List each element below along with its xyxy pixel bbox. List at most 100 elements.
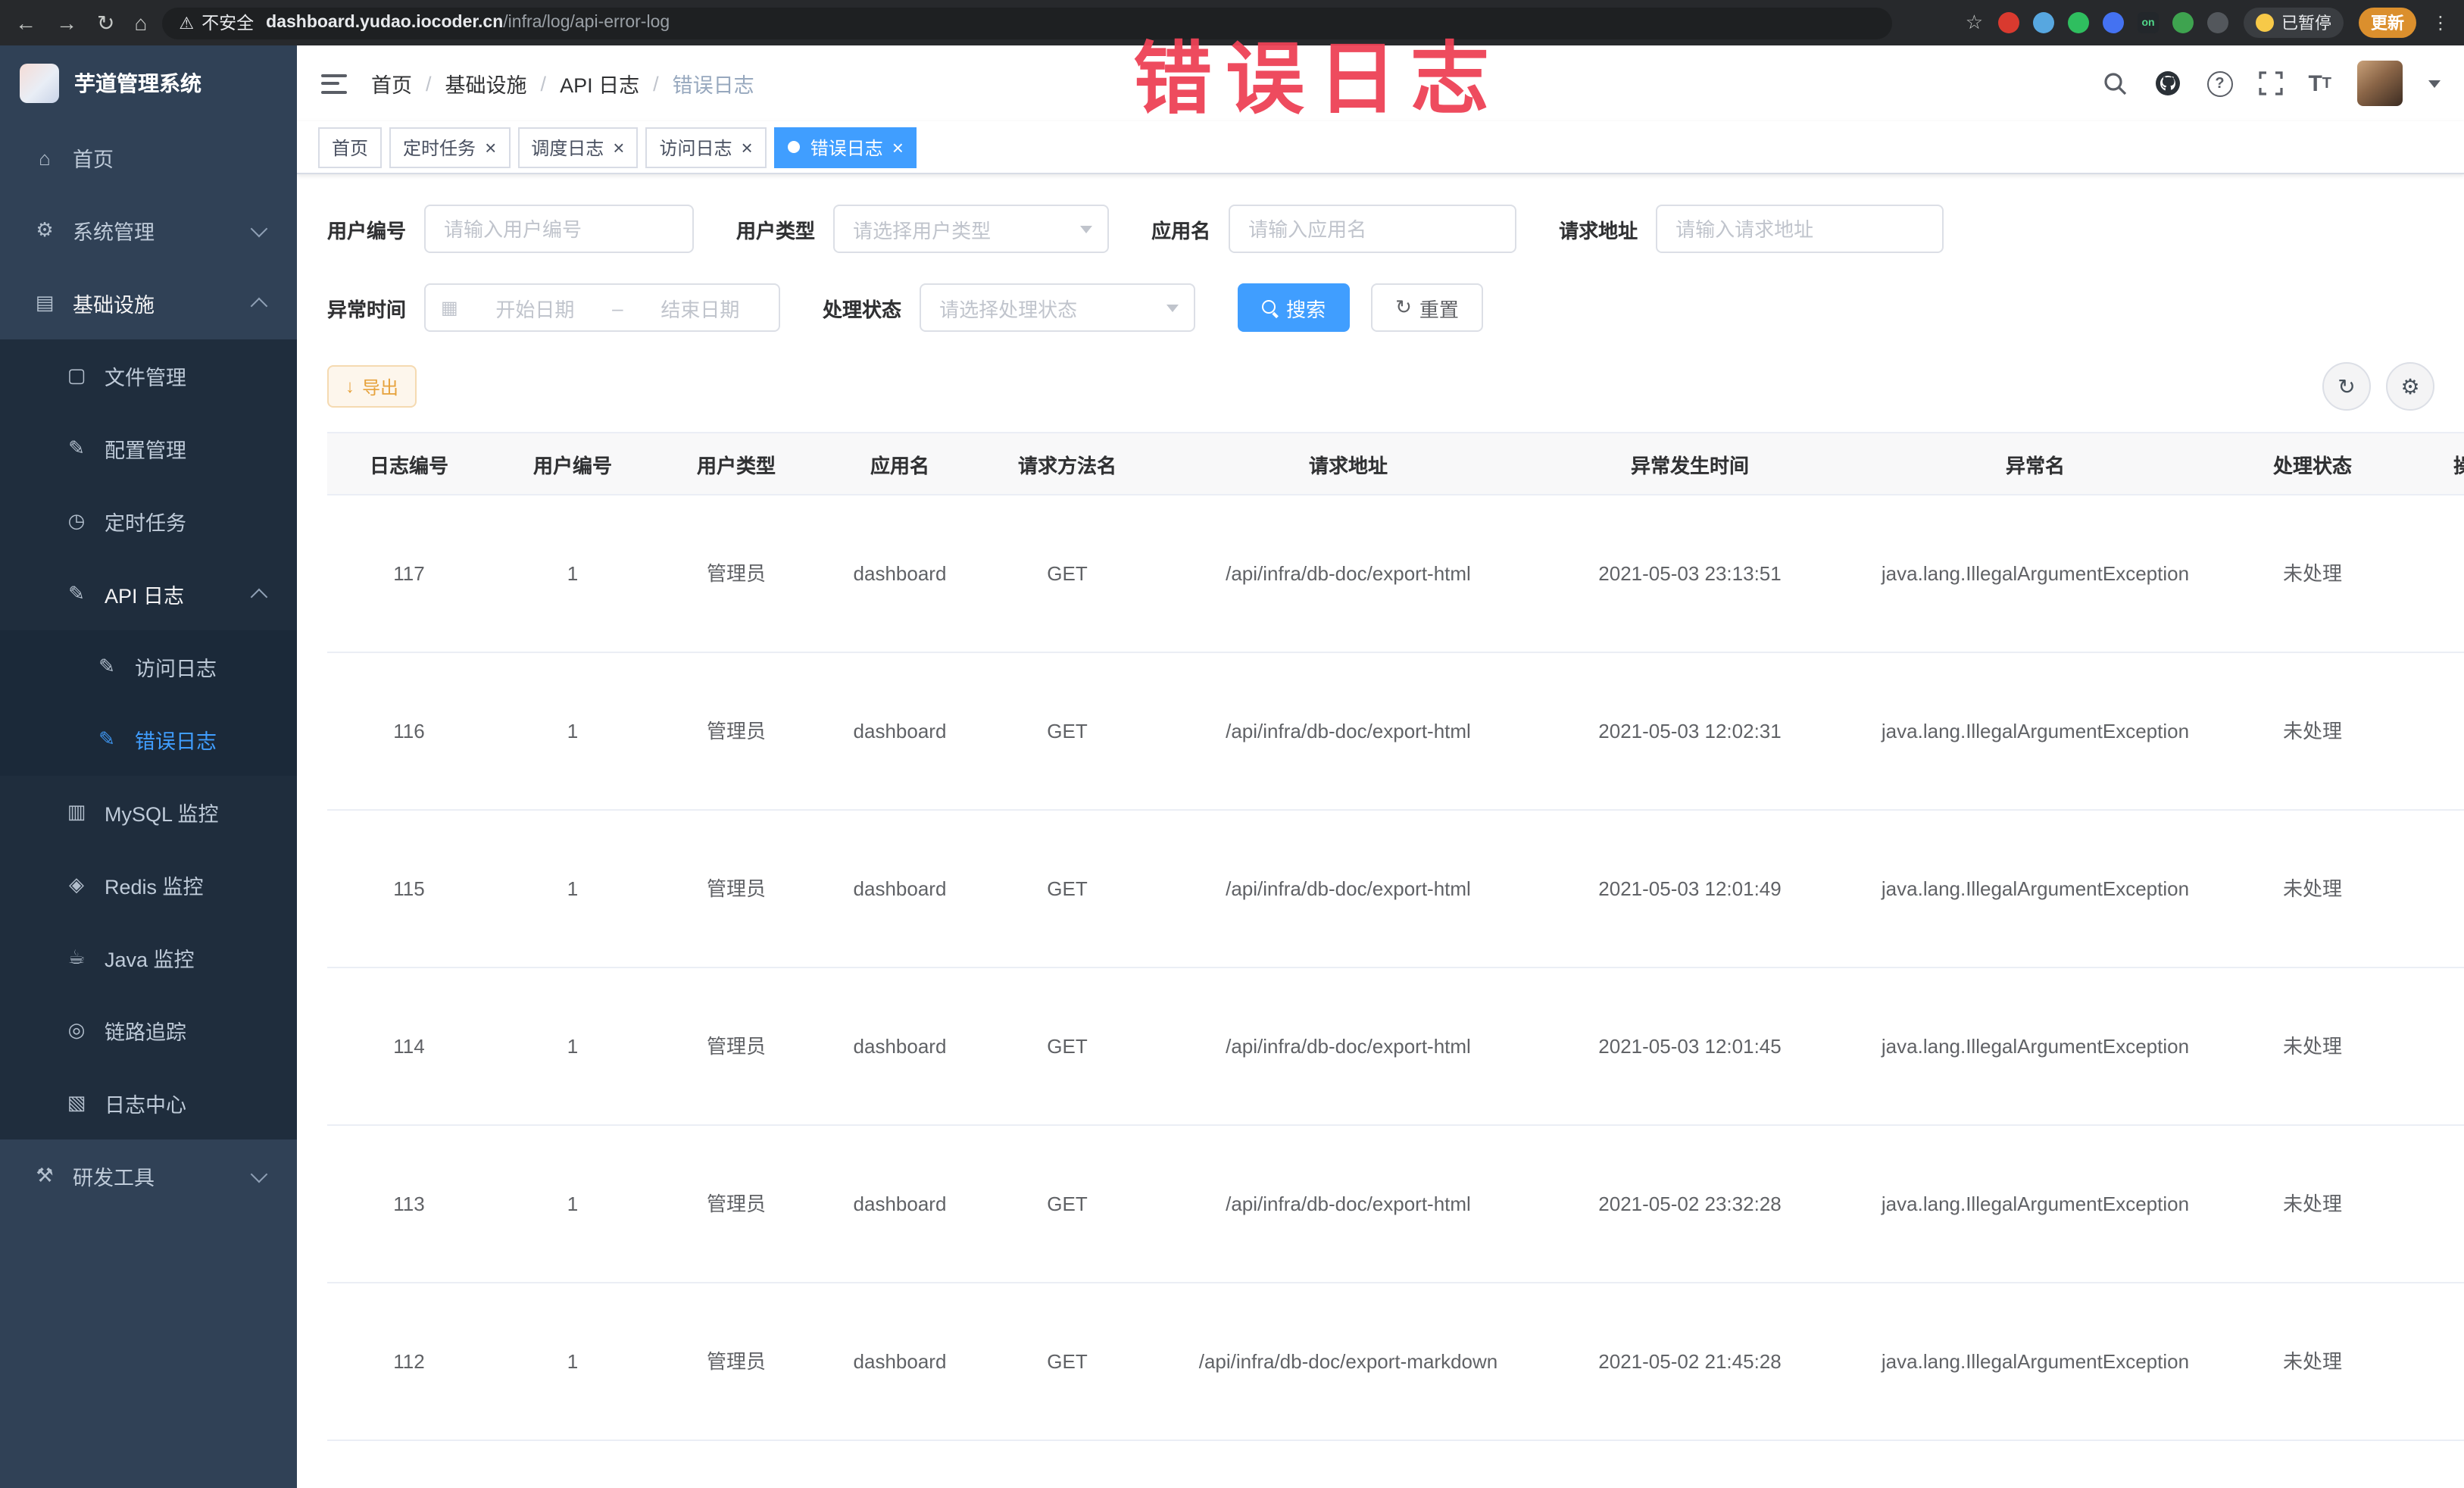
bookmark-star-icon[interactable]: ☆ <box>1966 11 1983 35</box>
extension-red[interactable] <box>1998 12 2019 33</box>
update-button[interactable]: 更新 <box>2359 8 2416 38</box>
search-icon[interactable] <box>2102 70 2128 96</box>
cell-time: 2021-05-02 21:45:28 <box>1544 1283 1836 1441</box>
java-monitor-icon: ☕ <box>67 946 86 968</box>
sidebar-item-redis-monitor[interactable]: ◈ Redis 监控 <box>0 849 297 921</box>
sidebar-item-config-management[interactable]: ✎ 配置管理 <box>0 412 297 485</box>
close-icon[interactable]: × <box>892 137 904 157</box>
breadcrumb-item[interactable]: 基础设施 <box>445 68 527 98</box>
date-range-picker[interactable]: ▦ 开始日期 – 结束日期 <box>424 283 781 332</box>
filter-process-status: 处理状态 请选择处理状态 <box>823 283 1196 332</box>
cell-status: 未处理 <box>2234 495 2391 653</box>
refresh-button[interactable]: ↻ <box>2322 362 2371 411</box>
back-icon[interactable]: ← <box>15 11 36 35</box>
close-icon[interactable]: × <box>485 137 496 157</box>
extension-green-circle[interactable] <box>2068 12 2089 33</box>
sidebar-item-log-center[interactable]: ▧ 日志中心 <box>0 1067 297 1139</box>
sidebar-item-dev-tools[interactable]: ⚒ 研发工具 <box>0 1139 297 1212</box>
table-row: 115 1 管理员 dashboard GET/api/infra/db-doc/exp… <box>327 810 2464 968</box>
cell-app: dashboard <box>818 968 982 1126</box>
font-size-icon[interactable]: TT <box>2308 70 2331 96</box>
sidebar-item-system-management[interactable]: ⚙ 系统管理 <box>0 194 297 267</box>
sidebar-item-error-log[interactable]: ✎ 错误日志 <box>0 703 297 776</box>
cell-id: 117 <box>327 495 491 653</box>
row-action-detail[interactable]: ⊙详细 <box>2397 517 2464 555</box>
dev-tools-icon: ⚒ <box>36 1164 54 1186</box>
avatar[interactable] <box>2357 61 2403 106</box>
reload-icon[interactable]: ↻ <box>97 10 114 36</box>
request-url-input[interactable] <box>1656 205 1944 253</box>
tag-item[interactable]: 错误日志 × <box>773 127 917 167</box>
user-id-input[interactable] <box>424 205 695 253</box>
tag-label: 首页 <box>332 137 369 158</box>
security-chip[interactable]: ⚠ 不安全 <box>179 11 254 35</box>
filter-exception-time: 异常时间 ▦ 开始日期 – 结束日期 <box>327 283 781 332</box>
row-action-processed[interactable]: ✓已处理 <box>2397 1027 2464 1065</box>
row-action-processed[interactable]: ✓已处理 <box>2397 1343 2464 1380</box>
browser-menu-icon[interactable]: ⋮ <box>2431 12 2450 33</box>
breadcrumb-item[interactable]: API 日志 <box>560 68 639 98</box>
extension-on-badge[interactable]: on <box>2138 12 2159 33</box>
cell-method: GET <box>982 495 1153 653</box>
forward-icon[interactable]: → <box>56 11 77 35</box>
sidebar-item-access-log[interactable]: ✎ 访问日志 <box>0 630 297 703</box>
row-action-detail[interactable]: ⊙详细 <box>2397 674 2464 712</box>
infrastructure-icon: ▤ <box>35 291 55 314</box>
hamburger-icon[interactable] <box>321 73 347 93</box>
row-action-processed[interactable]: ✓已处理 <box>2397 555 2464 592</box>
user-type-select[interactable]: 请选择用户类型 <box>833 205 1110 253</box>
profile-paused-chip[interactable]: 已暂停 <box>2244 8 2344 38</box>
export-button-label: 导出 <box>362 377 399 398</box>
browser-right-cluster: ☆ on 已暂停 更新 ⋮ <box>1966 8 2450 38</box>
sidebar-item-api-logs[interactable]: ✎ API 日志 <box>0 558 297 630</box>
export-button[interactable]: ↓ 导出 <box>327 365 417 408</box>
extension-blue-drop[interactable] <box>2033 12 2054 33</box>
sidebar-item-scheduled-tasks[interactable]: ◷ 定时任务 <box>0 485 297 558</box>
row-action-ignored[interactable]: ✓已忽略 <box>2397 1065 2464 1103</box>
tag-item[interactable]: 访问日志 × <box>645 127 767 167</box>
cell-actions: ⊙详细✓已处理✓已忽略 <box>2391 810 2464 968</box>
row-action-ignored[interactable]: ✓已忽略 <box>2397 1223 2464 1261</box>
address-bar[interactable]: ⚠ 不安全 dashboard.yudao.iocoder.cn/infra/l… <box>162 7 1893 39</box>
help-icon[interactable]: ? <box>2206 70 2233 96</box>
chevron-down-icon[interactable] <box>2428 80 2441 87</box>
row-action-ignored[interactable]: ✓已忽略 <box>2397 592 2464 630</box>
column-header: 日志编号 <box>327 432 491 495</box>
sidebar-item-mysql-monitor[interactable]: ▥ MySQL 监控 <box>0 776 297 849</box>
row-action-detail[interactable]: ⊙详细 <box>2397 1147 2464 1185</box>
extension-blue-grid[interactable] <box>2103 12 2124 33</box>
tag-item[interactable]: 首页 <box>318 127 383 167</box>
app-logo[interactable]: 芋道管理系统 <box>0 45 297 121</box>
row-action-processed[interactable]: ✓已处理 <box>2397 712 2464 750</box>
row-action-detail[interactable]: ⊙详细 <box>2397 832 2464 870</box>
sidebar-item-file-management[interactable]: ▢ 文件管理 <box>0 339 297 412</box>
sidebar-item-tracing[interactable]: ◎ 链路追踪 <box>0 994 297 1067</box>
column-settings-button[interactable]: ⚙ <box>2386 362 2434 411</box>
home-icon[interactable]: ⌂ <box>134 11 147 35</box>
sidebar-item-home[interactable]: ⌂ 首页 <box>0 121 297 194</box>
github-icon[interactable] <box>2153 70 2181 97</box>
row-action-ignored[interactable]: ✓已忽略 <box>2397 908 2464 946</box>
process-status-select[interactable]: 请选择处理状态 <box>920 283 1196 332</box>
extension-dark-paw[interactable] <box>2207 12 2228 33</box>
app-name-input[interactable] <box>1229 205 1517 253</box>
sidebar-item-java-monitor[interactable]: ☕ Java 监控 <box>0 921 297 994</box>
search-button[interactable]: 搜索 <box>1238 283 1351 332</box>
row-action-detail[interactable]: ⊙详细 <box>2397 989 2464 1027</box>
close-icon[interactable]: × <box>613 137 624 157</box>
cell-user-id: 1 <box>491 968 654 1126</box>
reset-button[interactable]: ↻ 重置 <box>1371 283 1483 332</box>
breadcrumb-item[interactable]: 首页 <box>371 68 412 98</box>
row-action-ignored[interactable]: ✓已忽略 <box>2397 1380 2464 1418</box>
row-action-ignored[interactable]: ✓已忽略 <box>2397 750 2464 788</box>
extension-green-leaf[interactable] <box>2172 12 2194 33</box>
tag-item[interactable]: 调度日志 × <box>517 127 639 167</box>
row-action-processed[interactable]: ✓已处理 <box>2397 1185 2464 1223</box>
tag-item[interactable]: 定时任务 × <box>389 127 511 167</box>
row-action-detail[interactable]: ⊙详细 <box>2397 1305 2464 1343</box>
row-action-processed[interactable]: ✓已处理 <box>2397 870 2464 908</box>
fullscreen-icon[interactable] <box>2258 71 2283 95</box>
cell-actions: ⊙详细✓已处理✓已忽略 <box>2391 1125 2464 1283</box>
sidebar-item-infrastructure[interactable]: ▤ 基础设施 <box>0 267 297 339</box>
close-icon[interactable]: × <box>742 137 753 157</box>
